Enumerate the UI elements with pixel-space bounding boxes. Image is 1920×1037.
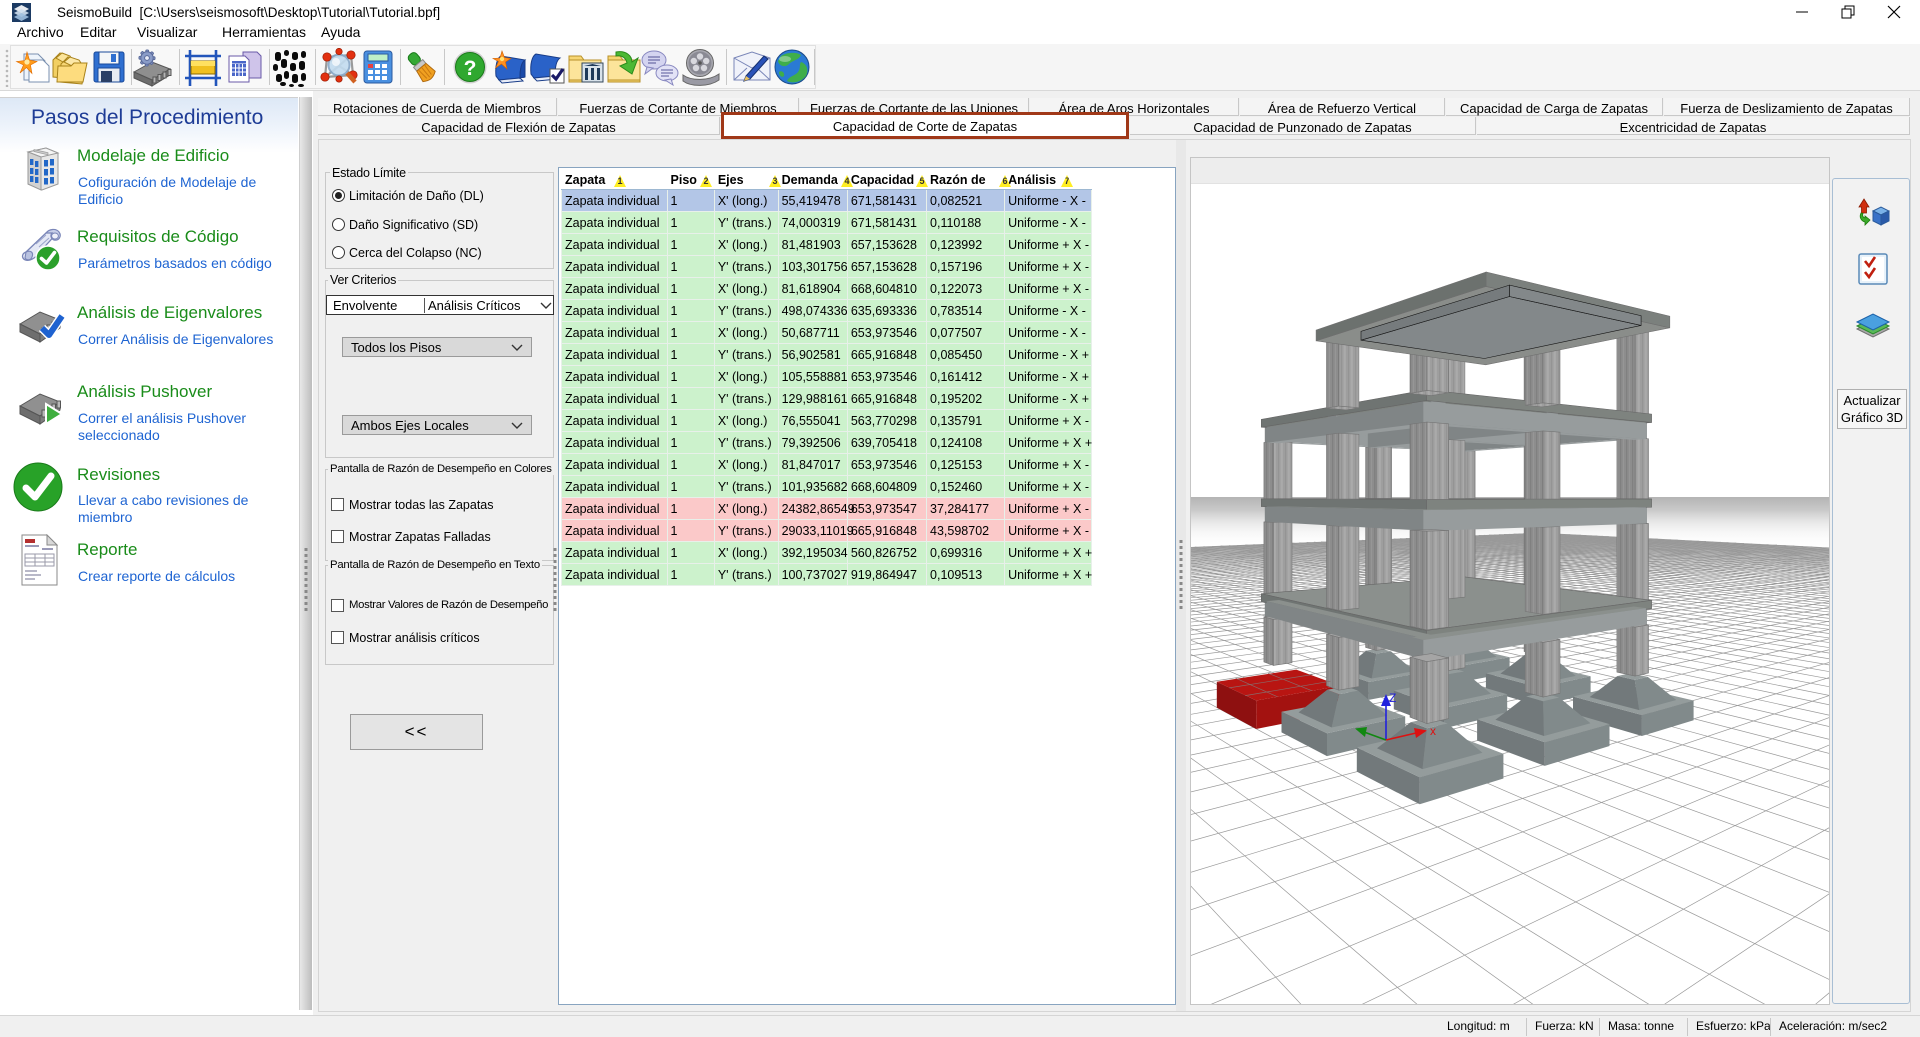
svg-text:x: x	[1430, 724, 1436, 738]
svg-text:?: ?	[464, 57, 477, 80]
svg-text:Z: Z	[1389, 691, 1396, 705]
